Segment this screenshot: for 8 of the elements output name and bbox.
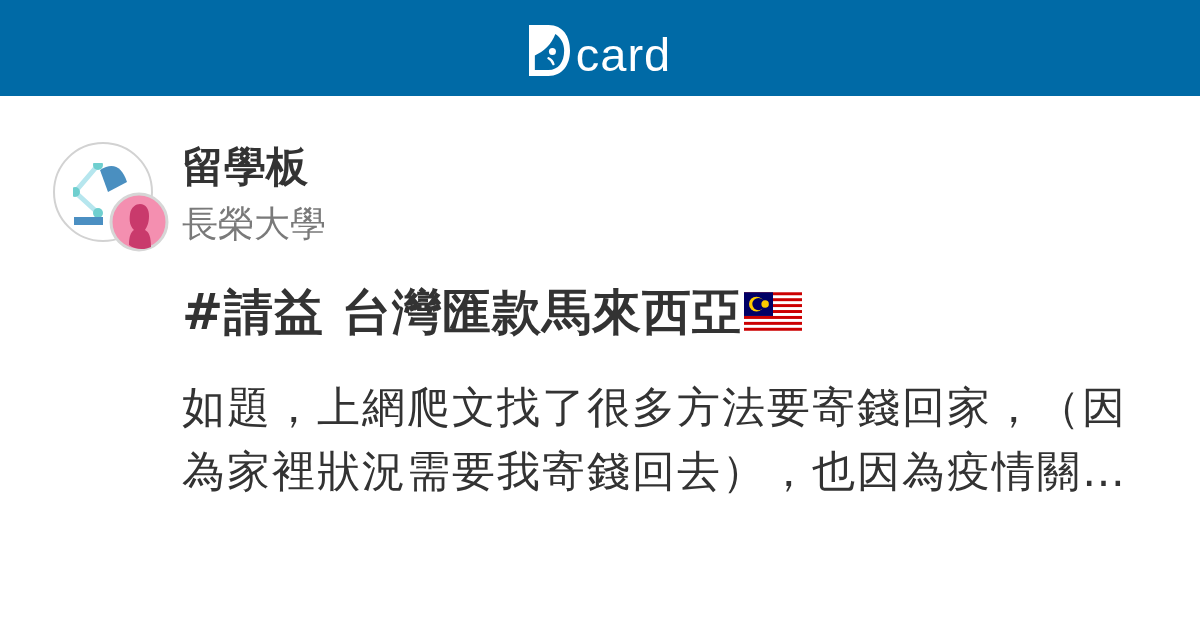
desk-lamp-icon: [72, 162, 128, 226]
logo-text: card: [575, 33, 672, 76]
board-name[interactable]: 留學板: [182, 142, 308, 192]
post-excerpt: 如題，上網爬文找了很多方法要寄錢回家，（因為家裡狀況需要我寄錢回去），也因為疫情關…: [182, 381, 1128, 498]
post-title[interactable]: #請益 台灣匯款馬來西亞: [182, 283, 743, 343]
flag-icon: [744, 292, 803, 334]
school-name: 長榮大學: [182, 202, 326, 246]
logo-mark-icon: [528, 24, 570, 76]
